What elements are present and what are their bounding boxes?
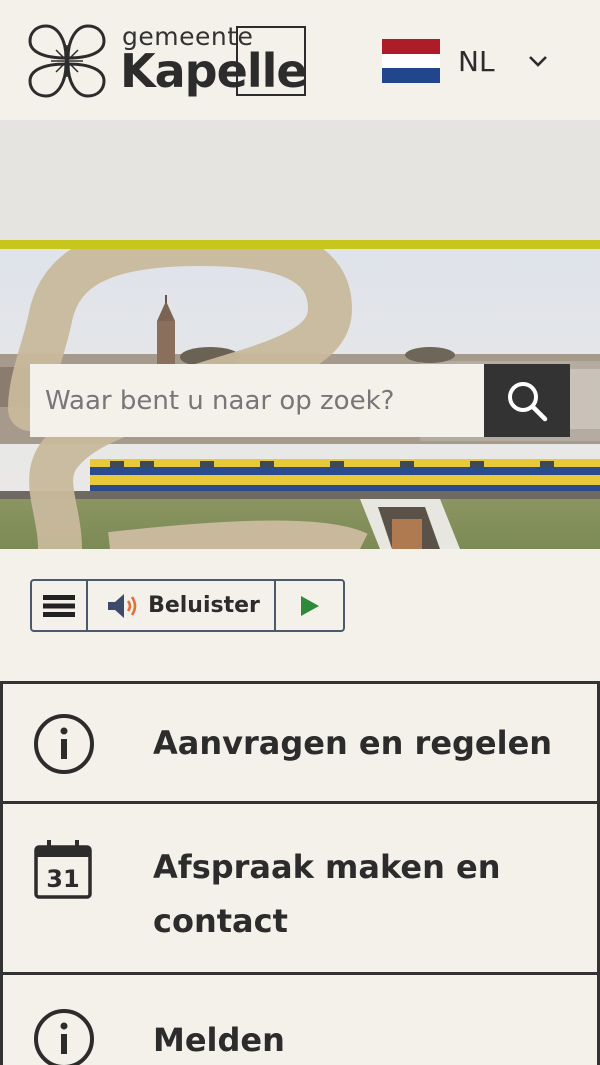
info-icon	[34, 714, 94, 774]
calendar-day: 31	[46, 865, 79, 893]
site-header: gemeente Kapelle NL	[0, 0, 600, 120]
calendar-icon: 31	[34, 840, 92, 899]
search-button[interactable]	[484, 364, 570, 437]
grey-banner	[0, 120, 600, 240]
logo-frame	[236, 26, 306, 96]
hamburger-icon	[43, 594, 75, 617]
readspeaker-menu-button[interactable]	[32, 581, 88, 630]
language-selector[interactable]: NL	[382, 38, 572, 84]
site-logo[interactable]: gemeente Kapelle	[26, 18, 326, 100]
dutch-flag-icon	[382, 39, 440, 84]
search-input[interactable]	[30, 364, 484, 437]
tile-melden[interactable]: Melden	[0, 972, 600, 1065]
clover-logo-icon	[28, 24, 106, 98]
readspeaker-label: Beluister	[148, 593, 260, 618]
info-icon	[34, 1009, 94, 1065]
tile-label: Afspraak maken en contact	[153, 848, 501, 940]
speaker-icon	[108, 593, 137, 618]
readspeaker-play-button[interactable]	[276, 581, 343, 630]
play-icon	[300, 595, 319, 616]
tile-afspraak[interactable]: 31 Afspraak maken en contact	[0, 801, 600, 975]
language-code: NL	[458, 44, 495, 78]
readspeaker-widget: Beluister	[30, 579, 345, 632]
accent-divider	[0, 240, 600, 249]
search-icon	[508, 381, 548, 421]
chevron-down-icon	[528, 56, 547, 67]
readspeaker-listen-button[interactable]: Beluister	[88, 581, 276, 630]
search-bar	[30, 364, 570, 437]
tile-label: Melden	[153, 1021, 285, 1059]
tile-aanvragen[interactable]: Aanvragen en regelen	[0, 681, 600, 804]
tile-label: Aanvragen en regelen	[153, 724, 553, 762]
